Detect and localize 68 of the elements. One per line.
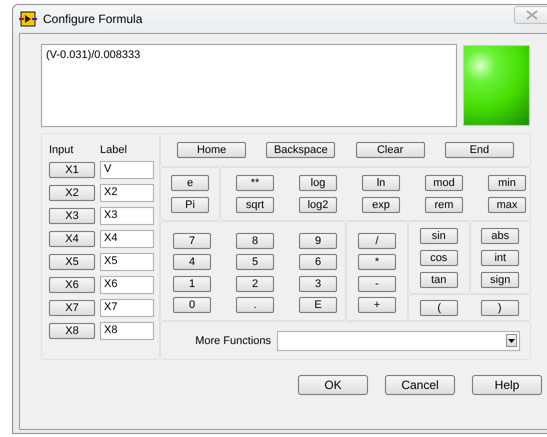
formula-field[interactable]: (V-0.031)/0.008333: [41, 44, 457, 127]
digit-button[interactable]: 9: [299, 232, 337, 249]
dialog-button[interactable]: Cancel: [385, 375, 455, 395]
input-button[interactable]: X8: [49, 322, 95, 338]
nav-button[interactable]: Home: [177, 142, 246, 158]
paren-button[interactable]: (: [420, 300, 458, 316]
digit-button[interactable]: 5: [236, 254, 274, 270]
label-field[interactable]: X8: [100, 322, 154, 340]
input-button[interactable]: X7: [49, 300, 95, 316]
operator-button[interactable]: /: [358, 232, 396, 249]
function-button[interactable]: sign: [481, 272, 520, 288]
label-field[interactable]: X5: [100, 252, 154, 270]
input-button[interactable]: X2: [49, 184, 95, 200]
function-button[interactable]: log: [299, 175, 337, 191]
nav-button[interactable]: Clear: [356, 142, 425, 158]
input-button[interactable]: X3: [49, 208, 95, 224]
operator-button[interactable]: -: [358, 276, 396, 292]
label-field[interactable]: X2: [100, 184, 154, 202]
dialog-button[interactable]: OK: [298, 375, 368, 395]
window-title: Configure Formula: [43, 12, 142, 26]
close-button[interactable]: [514, 6, 547, 24]
paren-button[interactable]: ): [480, 300, 519, 316]
constant-button[interactable]: Pi: [171, 197, 209, 213]
digit-button[interactable]: 1: [173, 276, 211, 292]
more-functions-dropdown[interactable]: [277, 330, 520, 350]
function-button[interactable]: ln: [362, 175, 400, 191]
nav-button[interactable]: Backspace: [266, 142, 336, 158]
label-field[interactable]: X6: [100, 276, 154, 294]
digit-button[interactable]: 2: [236, 276, 274, 292]
column-header: Input: [49, 144, 74, 156]
label-field[interactable]: V: [100, 160, 154, 178]
digit-button[interactable]: 3: [299, 276, 337, 292]
digit-button[interactable]: 6: [299, 254, 337, 270]
function-button[interactable]: exp: [362, 197, 400, 213]
digit-button[interactable]: 4: [173, 254, 211, 270]
function-button[interactable]: tan: [420, 272, 458, 288]
function-button[interactable]: mod: [425, 175, 463, 191]
label-field[interactable]: X3: [100, 206, 154, 224]
function-button[interactable]: rem: [425, 197, 463, 213]
function-button[interactable]: sqrt: [236, 197, 274, 213]
operator-button[interactable]: +: [358, 297, 396, 314]
digit-button[interactable]: 8: [236, 232, 274, 249]
close-icon: [526, 10, 538, 20]
function-button[interactable]: sin: [420, 228, 458, 244]
function-button[interactable]: **: [236, 175, 274, 191]
input-button[interactable]: X1: [49, 162, 95, 178]
more-functions-label: More Functions: [195, 334, 271, 346]
function-button[interactable]: max: [488, 197, 526, 213]
dialog-button[interactable]: Help: [472, 375, 542, 395]
function-button[interactable]: cos: [420, 250, 458, 266]
operator-button[interactable]: *: [358, 254, 396, 270]
app-icon: [19, 11, 37, 27]
input-button[interactable]: X6: [49, 276, 95, 292]
digit-button[interactable]: .: [236, 297, 274, 314]
function-button[interactable]: abs: [481, 228, 520, 244]
column-header: Label: [100, 144, 127, 156]
constant-button[interactable]: e: [171, 175, 209, 191]
input-button[interactable]: X5: [49, 254, 95, 270]
label-field[interactable]: X4: [100, 230, 154, 248]
nav-button[interactable]: End: [444, 142, 514, 158]
digit-button[interactable]: 7: [173, 232, 211, 249]
function-button[interactable]: int: [481, 250, 520, 266]
label-field[interactable]: X7: [100, 298, 154, 316]
digit-button[interactable]: 0: [173, 297, 211, 314]
function-button[interactable]: log2: [299, 197, 337, 213]
digit-button[interactable]: E: [299, 297, 337, 314]
input-button[interactable]: X4: [49, 230, 95, 246]
function-button[interactable]: min: [488, 175, 526, 191]
